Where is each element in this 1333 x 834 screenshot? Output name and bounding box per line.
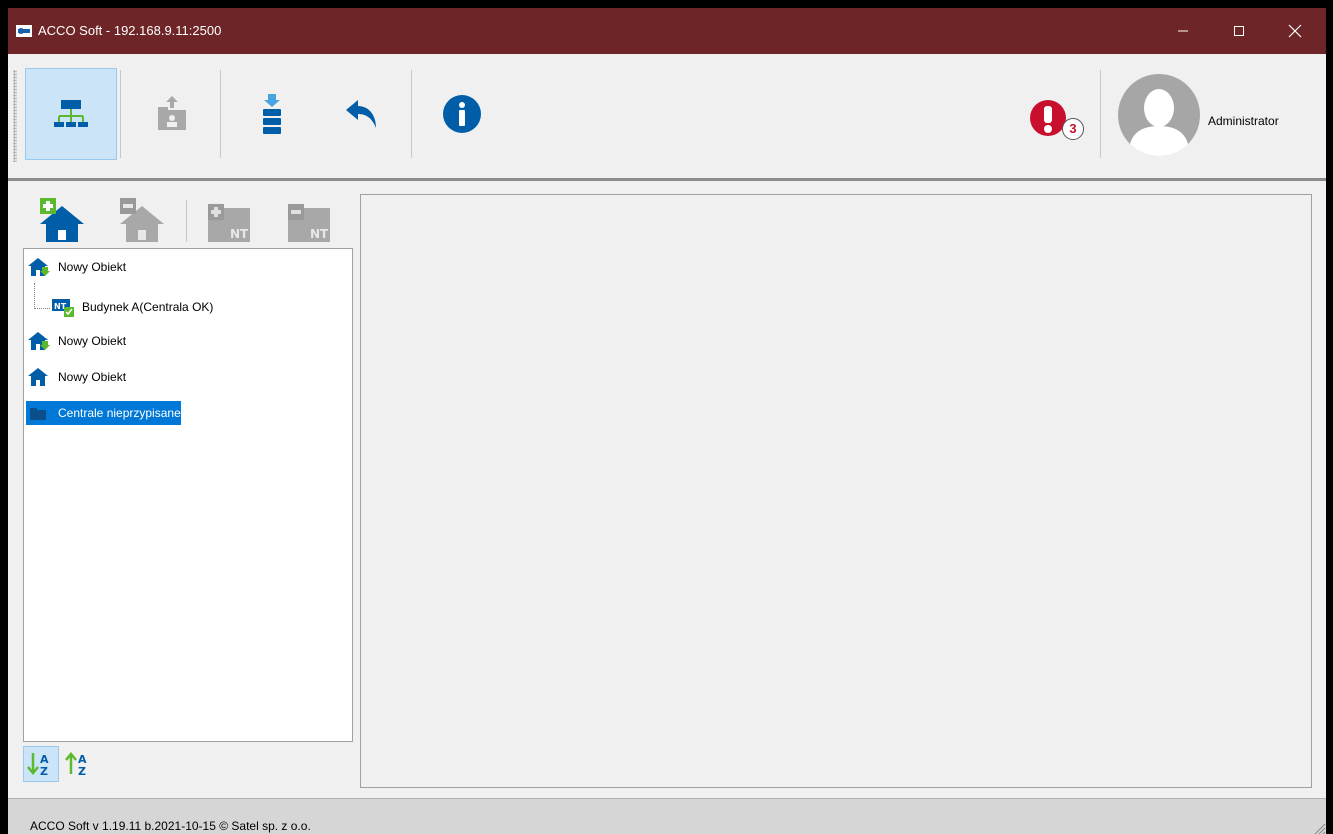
content-panel <box>360 194 1312 788</box>
info-button[interactable] <box>416 68 508 160</box>
alerts-indicator[interactable]: 3 <box>1030 100 1094 146</box>
app-logo-icon <box>16 25 32 37</box>
svg-text:NT: NT <box>230 227 249 241</box>
toolbar-separator <box>120 70 121 158</box>
nt-plus-icon: NT <box>208 204 250 242</box>
status-text: ACCO Soft v 1.19.11 b.2021-10-15 © Satel… <box>30 819 311 833</box>
tree-item-label: Budynek A(Centrala OK) <box>82 300 214 314</box>
info-icon <box>443 95 481 133</box>
house-download-icon <box>28 258 50 276</box>
svg-text:Z: Z <box>78 765 86 778</box>
tree-item-object[interactable]: Nowy Obiekt <box>28 329 126 353</box>
tree-item-object[interactable]: Nowy Obiekt <box>28 255 126 279</box>
tree-item-label: Nowy Obiekt <box>58 370 127 384</box>
user-folder-icon <box>158 96 186 130</box>
status-bar: ACCO Soft v 1.19.11 b.2021-10-15 © Satel… <box>8 798 1326 834</box>
sort-ascending-button[interactable]: A Z <box>23 746 59 782</box>
tool-separator <box>186 200 187 242</box>
svg-text:Z: Z <box>40 765 48 778</box>
network-tree-icon <box>54 100 88 127</box>
close-icon <box>1288 24 1302 38</box>
toolbar-grip[interactable] <box>13 70 17 162</box>
tree-item-label: Nowy Obiekt <box>58 260 127 274</box>
nt-minus-icon: NT <box>288 204 330 242</box>
remove-network-button[interactable]: NT <box>286 196 334 246</box>
resize-grip-icon[interactable] <box>1312 821 1326 834</box>
add-network-button[interactable]: NT <box>206 196 254 246</box>
remove-object-button[interactable] <box>118 196 166 246</box>
tree-item-label: Nowy Obiekt <box>58 334 127 348</box>
svg-text:NT: NT <box>310 227 329 241</box>
minimize-icon <box>1178 30 1188 32</box>
undo-arrow-icon <box>346 100 376 128</box>
user-name-label[interactable]: Administrator <box>1208 114 1279 128</box>
maximize-icon <box>1234 26 1244 36</box>
house-download-icon <box>28 332 50 350</box>
sort-descending-button[interactable]: A Z <box>61 746 97 782</box>
undo-button[interactable] <box>314 68 406 160</box>
house-minus-icon <box>120 198 164 242</box>
object-toolbar: NT NT <box>38 196 338 248</box>
database-download-icon <box>263 94 281 134</box>
title-bar: ACCO Soft - 192.168.9.11:2500 <box>8 8 1326 54</box>
folder-icon <box>30 408 46 420</box>
toolbar-separator <box>220 70 221 158</box>
app-window: ACCO Soft - 192.168.9.11:2500 3 Administ… <box>8 8 1326 834</box>
toolbar-separator <box>411 70 412 158</box>
tree-item-label: Centrale nieprzypisane <box>58 406 181 420</box>
alerts-count-badge: 3 <box>1062 118 1084 140</box>
tree-connector <box>34 308 50 309</box>
tree-item-unassigned[interactable]: Centrale nieprzypisane <box>26 401 181 425</box>
tree-item-panel[interactable]: NT Budynek A(Centrala OK) <box>52 295 213 319</box>
sort-az-up-icon: A Z <box>65 752 87 778</box>
window-title: ACCO Soft - 192.168.9.11:2500 <box>38 23 222 38</box>
save-button[interactable] <box>226 68 318 160</box>
house-icon <box>28 368 48 386</box>
object-tree[interactable]: Nowy Obiekt NT Budynek A(Centrala OK) No… <box>23 248 353 742</box>
user-avatar-icon[interactable] <box>1118 74 1200 156</box>
users-button[interactable] <box>126 68 218 160</box>
sort-az-down-icon: A Z <box>27 753 49 778</box>
sort-controls: A Z A Z <box>23 746 103 786</box>
structure-view-button[interactable] <box>25 68 117 160</box>
minimize-button[interactable] <box>1160 8 1206 54</box>
tree-item-object[interactable]: Nowy Obiekt <box>28 365 126 389</box>
maximize-button[interactable] <box>1216 8 1262 54</box>
nt-check-icon: NT <box>52 299 74 317</box>
add-object-button[interactable] <box>38 196 86 246</box>
tree-connector <box>34 283 35 309</box>
house-plus-icon <box>40 198 84 242</box>
close-button[interactable] <box>1272 8 1318 54</box>
toolbar-separator <box>1100 70 1101 158</box>
main-toolbar: 3 Administrator <box>8 54 1326 181</box>
